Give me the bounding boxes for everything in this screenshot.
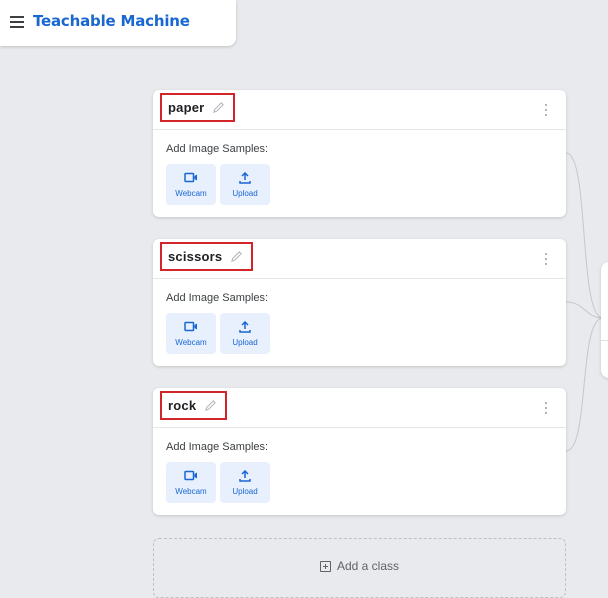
upload-button[interactable]: Upload	[220, 462, 270, 503]
upload-icon	[239, 171, 251, 184]
webcam-button[interactable]: Webcam	[166, 313, 216, 354]
more-options-icon[interactable]	[545, 104, 548, 116]
class-name-field[interactable]: paper	[160, 93, 236, 122]
upload-icon	[239, 469, 251, 482]
class-card-scissors: scissors Add Image Samples: Webcam Uploa…	[153, 239, 566, 366]
webcam-label: Webcam	[175, 337, 207, 347]
more-options-icon[interactable]	[545, 253, 548, 265]
samples-label: Add Image Samples:	[166, 292, 269, 304]
class-card-rock: rock Add Image Samples: Webcam Upload	[153, 388, 566, 515]
add-class-button[interactable]: Add a class	[153, 538, 566, 598]
webcam-label: Webcam	[175, 486, 207, 496]
upload-label: Upload	[232, 188, 258, 198]
pencil-edit-icon[interactable]	[204, 399, 217, 412]
class-card-paper: paper Add Image Samples: Webcam Upload	[153, 90, 566, 217]
webcam-button[interactable]: Webcam	[166, 462, 216, 503]
upload-button[interactable]: Upload	[220, 313, 270, 354]
more-options-icon[interactable]	[545, 402, 548, 414]
upload-label: Upload	[232, 337, 258, 347]
class-name-field[interactable]: scissors	[160, 242, 254, 271]
upload-button[interactable]: Upload	[220, 164, 270, 205]
video-camera-icon	[184, 172, 197, 182]
add-box-icon	[319, 560, 331, 572]
samples-label: Add Image Samples:	[166, 143, 269, 155]
samples-label: Add Image Samples:	[166, 441, 269, 453]
webcam-label: Webcam	[175, 188, 207, 198]
video-camera-icon	[184, 321, 197, 331]
training-panel[interactable]	[601, 262, 608, 378]
class-name: scissors	[168, 249, 223, 264]
class-name-field[interactable]: rock	[160, 391, 228, 420]
webcam-button[interactable]: Webcam	[166, 164, 216, 205]
pencil-edit-icon[interactable]	[212, 101, 225, 114]
pencil-edit-icon[interactable]	[230, 250, 243, 263]
video-camera-icon	[184, 470, 197, 480]
add-class-label: Add a class	[336, 559, 400, 573]
upload-icon	[239, 320, 251, 333]
class-name: paper	[168, 100, 205, 115]
class-name: rock	[168, 398, 197, 413]
upload-label: Upload	[232, 486, 258, 496]
